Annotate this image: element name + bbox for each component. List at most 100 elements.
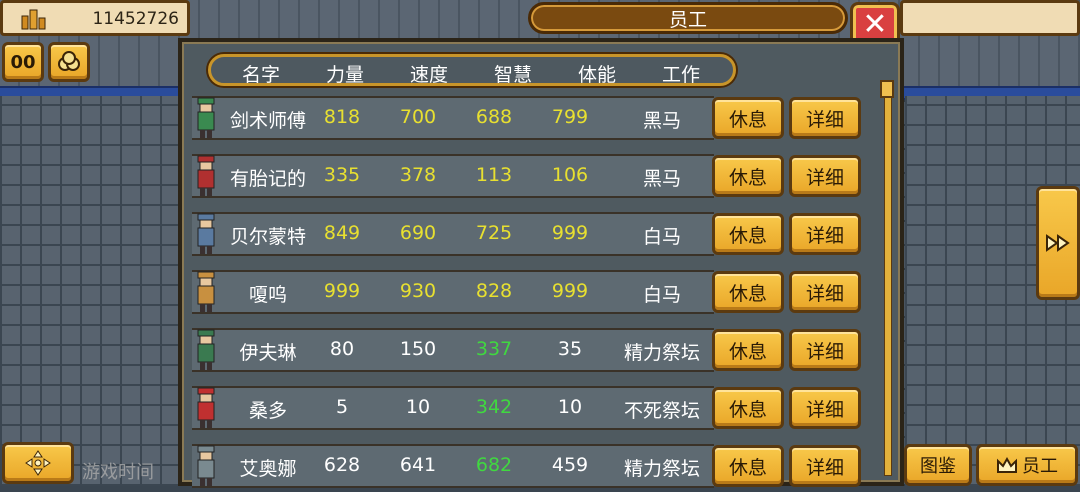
detail-button[interactable]: 详细 xyxy=(789,329,861,371)
header-stamina: 体能 xyxy=(577,64,616,86)
header-name: 名字 xyxy=(241,64,280,86)
close-icon: ✕ xyxy=(862,7,888,42)
detail-button[interactable]: 详细 xyxy=(789,271,861,313)
scroll-track xyxy=(884,86,892,476)
dialog-title: 员工 xyxy=(668,8,707,31)
dpad-icon xyxy=(25,450,51,476)
stat-str: 818 xyxy=(323,106,361,128)
stat-spd: 10 xyxy=(405,396,431,418)
table-row: 伊夫琳 80 150 337 35 精力祭坛 xyxy=(192,328,714,372)
table-row: 剑术师傅 818 700 688 799 黑马 xyxy=(192,96,714,140)
stat-int: 113 xyxy=(475,164,513,186)
staff-button[interactable]: 员工 xyxy=(976,444,1078,486)
job-label: 白马 xyxy=(642,226,681,248)
detail-button[interactable]: 详细 xyxy=(789,445,861,487)
job-label: 精力祭坛 xyxy=(623,458,700,480)
character-avatar xyxy=(194,270,218,314)
game-time-label: 游戏时间 xyxy=(82,462,154,483)
table-row: 艾奥娜 628 641 682 459 精力祭坛 xyxy=(192,444,714,488)
map-floor-left xyxy=(0,96,180,486)
detail-button[interactable]: 详细 xyxy=(789,97,861,139)
stat-str: 5 xyxy=(335,396,349,418)
header-speed: 速度 xyxy=(409,64,448,86)
money-display: 11452726 xyxy=(0,0,190,36)
scrollbar[interactable] xyxy=(880,80,894,476)
dpad-button[interactable] xyxy=(2,442,74,484)
stat-spd: 700 xyxy=(399,106,437,128)
items-button[interactable] xyxy=(48,42,90,82)
character-avatar xyxy=(194,444,218,488)
header-strength: 力量 xyxy=(325,64,364,86)
character-name: 贝尔蒙特 xyxy=(229,226,306,248)
detail-button[interactable]: 详细 xyxy=(789,155,861,197)
stat-spd: 378 xyxy=(399,164,437,186)
stat-sta: 35 xyxy=(557,338,583,360)
table-row: 贝尔蒙特 849 690 725 999 白马 xyxy=(192,212,714,256)
job-label: 精力祭坛 xyxy=(623,342,700,364)
stat-sta: 999 xyxy=(551,280,589,302)
pause-icon: 00 xyxy=(10,51,36,73)
stat-str: 849 xyxy=(323,222,361,244)
header-wisdom: 智慧 xyxy=(493,64,532,86)
rest-button[interactable]: 休息 xyxy=(712,155,784,197)
rest-button[interactable]: 休息 xyxy=(712,387,784,429)
stat-spd: 690 xyxy=(399,222,437,244)
stat-sta: 999 xyxy=(551,222,589,244)
scroll-thumb[interactable] xyxy=(880,80,894,98)
stat-spd: 930 xyxy=(399,280,437,302)
table-row: 桑多 5 10 342 10 不死祭坛 xyxy=(192,386,714,430)
stat-int: 688 xyxy=(475,106,513,128)
rest-button[interactable]: 休息 xyxy=(712,329,784,371)
stat-str: 628 xyxy=(323,454,361,476)
character-avatar xyxy=(194,386,218,430)
stat-str: 80 xyxy=(329,338,355,360)
detail-button[interactable]: 详细 xyxy=(789,213,861,255)
job-label: 黑马 xyxy=(642,110,681,132)
top-right-bar xyxy=(900,0,1080,36)
character-avatar xyxy=(194,96,218,140)
job-label: 黑马 xyxy=(642,168,681,190)
stat-int: 828 xyxy=(475,280,513,302)
stat-int: 342 xyxy=(475,396,513,418)
stat-sta: 106 xyxy=(551,164,589,186)
character-avatar xyxy=(194,154,218,198)
stat-str: 335 xyxy=(323,164,361,186)
character-name: 艾奥娜 xyxy=(239,458,297,480)
stat-sta: 459 xyxy=(551,454,589,476)
table-row: 嗄呜 999 930 828 999 白马 xyxy=(192,270,714,314)
crown-icon xyxy=(997,456,1017,473)
atlas-button[interactable]: 图鉴 xyxy=(904,444,972,486)
rest-button[interactable]: 休息 xyxy=(712,445,784,487)
character-name: 剑术师傅 xyxy=(229,110,306,132)
money-value: 11452726 xyxy=(92,9,179,29)
character-avatar xyxy=(194,212,218,256)
buildings-icon xyxy=(21,9,46,30)
rest-button[interactable]: 休息 xyxy=(712,97,784,139)
rest-button[interactable]: 休息 xyxy=(712,213,784,255)
fast-forward-icon xyxy=(1046,234,1070,252)
stat-str: 999 xyxy=(323,280,361,302)
rest-button[interactable]: 休息 xyxy=(712,271,784,313)
character-name: 有胎记的 xyxy=(229,168,306,190)
pause-button[interactable]: 00 xyxy=(2,42,44,82)
dialog-title-bar: 员工 xyxy=(528,2,848,34)
character-name: 桑多 xyxy=(248,400,287,422)
detail-button[interactable]: 详细 xyxy=(789,387,861,429)
header-job: 工作 xyxy=(661,64,700,86)
staff-label: 员工 xyxy=(1022,456,1058,477)
job-label: 白马 xyxy=(642,284,681,306)
stat-spd: 641 xyxy=(399,454,437,476)
stat-sta: 10 xyxy=(557,396,583,418)
character-name: 嗄呜 xyxy=(248,284,287,306)
job-label: 不死祭坛 xyxy=(623,400,700,422)
stat-int: 682 xyxy=(475,454,513,476)
stat-int: 337 xyxy=(475,338,513,360)
stat-spd: 150 xyxy=(399,338,437,360)
items-icon xyxy=(58,51,80,71)
table-header: 名字 力量 速度 智慧 体能 工作 xyxy=(208,54,736,86)
character-name: 伊夫琳 xyxy=(239,342,297,364)
fast-forward-button[interactable] xyxy=(1036,186,1080,300)
atlas-label: 图鉴 xyxy=(920,456,956,477)
stat-sta: 799 xyxy=(551,106,589,128)
stat-int: 725 xyxy=(475,222,513,244)
